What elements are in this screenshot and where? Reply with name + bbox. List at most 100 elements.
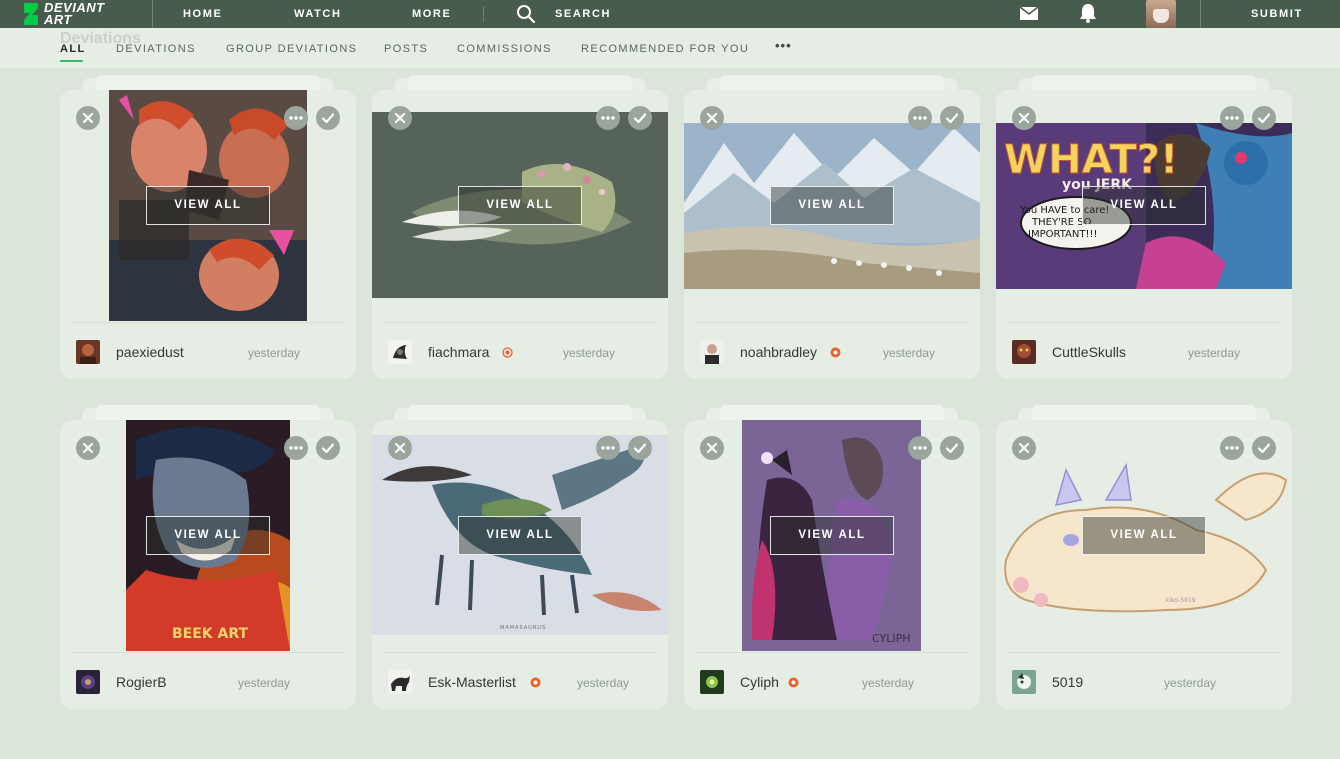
avatar-image — [706, 676, 718, 688]
mark-seen-button[interactable] — [1252, 106, 1276, 130]
close-button[interactable] — [76, 106, 100, 130]
view-all-button[interactable]: VIEW ALL — [146, 516, 270, 555]
card-body: VIEW ALL fiachmara yesterday — [372, 90, 668, 379]
nav-divider — [483, 6, 484, 22]
deviation-card[interactable]: kiko-5019 VIEW ALL 5019 yesterday — [996, 405, 1292, 709]
username-link[interactable]: Esk-Masterlist — [428, 674, 516, 690]
deviation-card[interactable]: VIEW ALL paexiedust yesterday — [60, 75, 356, 379]
more-options-button[interactable] — [1220, 106, 1244, 130]
view-all-button[interactable]: VIEW ALL — [458, 516, 582, 555]
logo-text-line-2: ART — [44, 12, 72, 27]
search-button[interactable]: SEARCH — [555, 0, 611, 28]
avatar-image — [1017, 344, 1031, 358]
deviation-card[interactable]: VIEW ALL fiachmara yesterday — [372, 75, 668, 379]
view-all-button[interactable]: VIEW ALL — [770, 186, 894, 225]
mark-seen-button[interactable] — [940, 436, 964, 460]
nav-divider — [152, 0, 153, 28]
timestamp: yesterday — [238, 676, 291, 690]
more-options-button[interactable] — [596, 436, 620, 460]
nav-more[interactable]: MORE — [412, 0, 451, 28]
tabs-more-button[interactable]: ••• — [775, 38, 792, 53]
username-link[interactable]: 5019 — [1052, 674, 1083, 690]
checkmark-icon — [321, 443, 335, 454]
close-button[interactable] — [388, 106, 412, 130]
tab-deviations[interactable]: DEVIATIONS — [116, 43, 196, 55]
user-avatar[interactable] — [1012, 340, 1036, 364]
timestamp: yesterday — [1164, 676, 1217, 690]
user-avatar[interactable] — [76, 670, 100, 694]
close-button[interactable] — [1012, 436, 1036, 460]
username-link[interactable]: CuttleSkulls — [1052, 344, 1126, 360]
mark-seen-button[interactable] — [628, 106, 652, 130]
close-button[interactable] — [700, 106, 724, 130]
view-all-button[interactable]: VIEW ALL — [770, 516, 894, 555]
close-icon — [1018, 112, 1030, 124]
nav-watch[interactable]: WATCH — [294, 0, 342, 28]
user-avatar[interactable] — [1012, 670, 1036, 694]
card-body: CYLIPH VIEW ALL Cyliph yesterday — [684, 420, 980, 709]
mark-seen-button[interactable] — [940, 106, 964, 130]
user-avatar[interactable] — [388, 340, 412, 364]
submit-button[interactable]: SUBMIT — [1251, 0, 1303, 28]
mail-icon[interactable] — [1018, 2, 1040, 24]
username-link[interactable]: noahbradley — [740, 344, 817, 360]
ellipsis-icon — [601, 116, 615, 120]
tab-all[interactable]: ALL — [60, 43, 86, 55]
tab-recommended-for-you[interactable]: RECOMMENDED FOR YOU — [581, 43, 749, 55]
more-options-button[interactable] — [596, 106, 620, 130]
card-body: BEEK ART VIEW ALL RogierB yesterday — [60, 420, 356, 709]
more-options-button[interactable] — [908, 106, 932, 130]
user-avatar[interactable] — [76, 340, 100, 364]
mark-seen-button[interactable] — [1252, 436, 1276, 460]
view-all-button[interactable]: VIEW ALL — [1082, 516, 1206, 555]
close-button[interactable] — [1012, 106, 1036, 130]
tab-commissions[interactable]: COMMISSIONS — [457, 43, 552, 55]
more-options-button[interactable] — [284, 436, 308, 460]
user-avatar-menu[interactable] — [1146, 0, 1176, 28]
card-footer-divider — [1004, 652, 1284, 660]
close-button[interactable] — [700, 436, 724, 460]
close-button[interactable] — [388, 436, 412, 460]
more-options-button[interactable] — [1220, 436, 1244, 460]
card-footer-divider — [380, 652, 660, 660]
view-all-button[interactable]: VIEW ALL — [458, 186, 582, 225]
close-icon — [82, 442, 94, 454]
checkmark-icon — [321, 113, 335, 124]
deviation-card[interactable]: MAMASAURUS VIEW ALL Esk-Masterlist yeste… — [372, 405, 668, 709]
deviantart-logo[interactable]: DEVIANT ART — [22, 0, 105, 28]
nav-divider — [1200, 0, 1201, 28]
user-avatar[interactable] — [388, 670, 412, 694]
ellipsis-icon — [913, 446, 927, 450]
timestamp: yesterday — [883, 346, 936, 360]
tab-group-deviations[interactable]: GROUP DEVIATIONS — [226, 43, 357, 55]
coffee-cup-icon — [1153, 9, 1169, 23]
tab-posts[interactable]: POSTS — [384, 43, 428, 55]
username-link[interactable]: paexiedust — [116, 344, 184, 360]
pup-signature-text: kiko-5019 — [1166, 597, 1196, 604]
mark-seen-button[interactable] — [316, 106, 340, 130]
avatar-image — [391, 675, 410, 691]
core-member-badge-icon — [502, 347, 513, 358]
close-button[interactable] — [76, 436, 100, 460]
deviation-card[interactable]: WHAT?! you JERK You HAVE to care! THEY'R… — [996, 75, 1292, 379]
mark-seen-button[interactable] — [316, 436, 340, 460]
username-link[interactable]: RogierB — [116, 674, 167, 690]
user-avatar[interactable] — [700, 340, 724, 364]
search-icon[interactable] — [516, 4, 536, 24]
deviation-card[interactable]: BEEK ART VIEW ALL RogierB yesterday — [60, 405, 356, 709]
deviation-card[interactable]: VIEW ALL noahbradley yesterday — [684, 75, 980, 379]
mark-seen-button[interactable] — [628, 436, 652, 460]
ellipsis-icon — [913, 116, 927, 120]
ellipsis-icon — [289, 446, 303, 450]
username-link[interactable]: fiachmara — [428, 344, 489, 360]
username-link[interactable]: Cyliph — [740, 674, 779, 690]
more-options-button[interactable] — [908, 436, 932, 460]
user-avatar[interactable] — [700, 670, 724, 694]
top-navigation-bar: DEVIANT ART HOME WATCH MORE SEARCH SUBMI… — [0, 0, 1340, 28]
view-all-button[interactable]: VIEW ALL — [146, 186, 270, 225]
nav-home[interactable]: HOME — [183, 0, 222, 28]
notification-bell-icon[interactable] — [1077, 2, 1099, 24]
more-options-button[interactable] — [284, 106, 308, 130]
deviation-card[interactable]: CYLIPH VIEW ALL Cyliph yesterday — [684, 405, 980, 709]
view-all-button[interactable]: VIEW ALL — [1082, 186, 1206, 225]
